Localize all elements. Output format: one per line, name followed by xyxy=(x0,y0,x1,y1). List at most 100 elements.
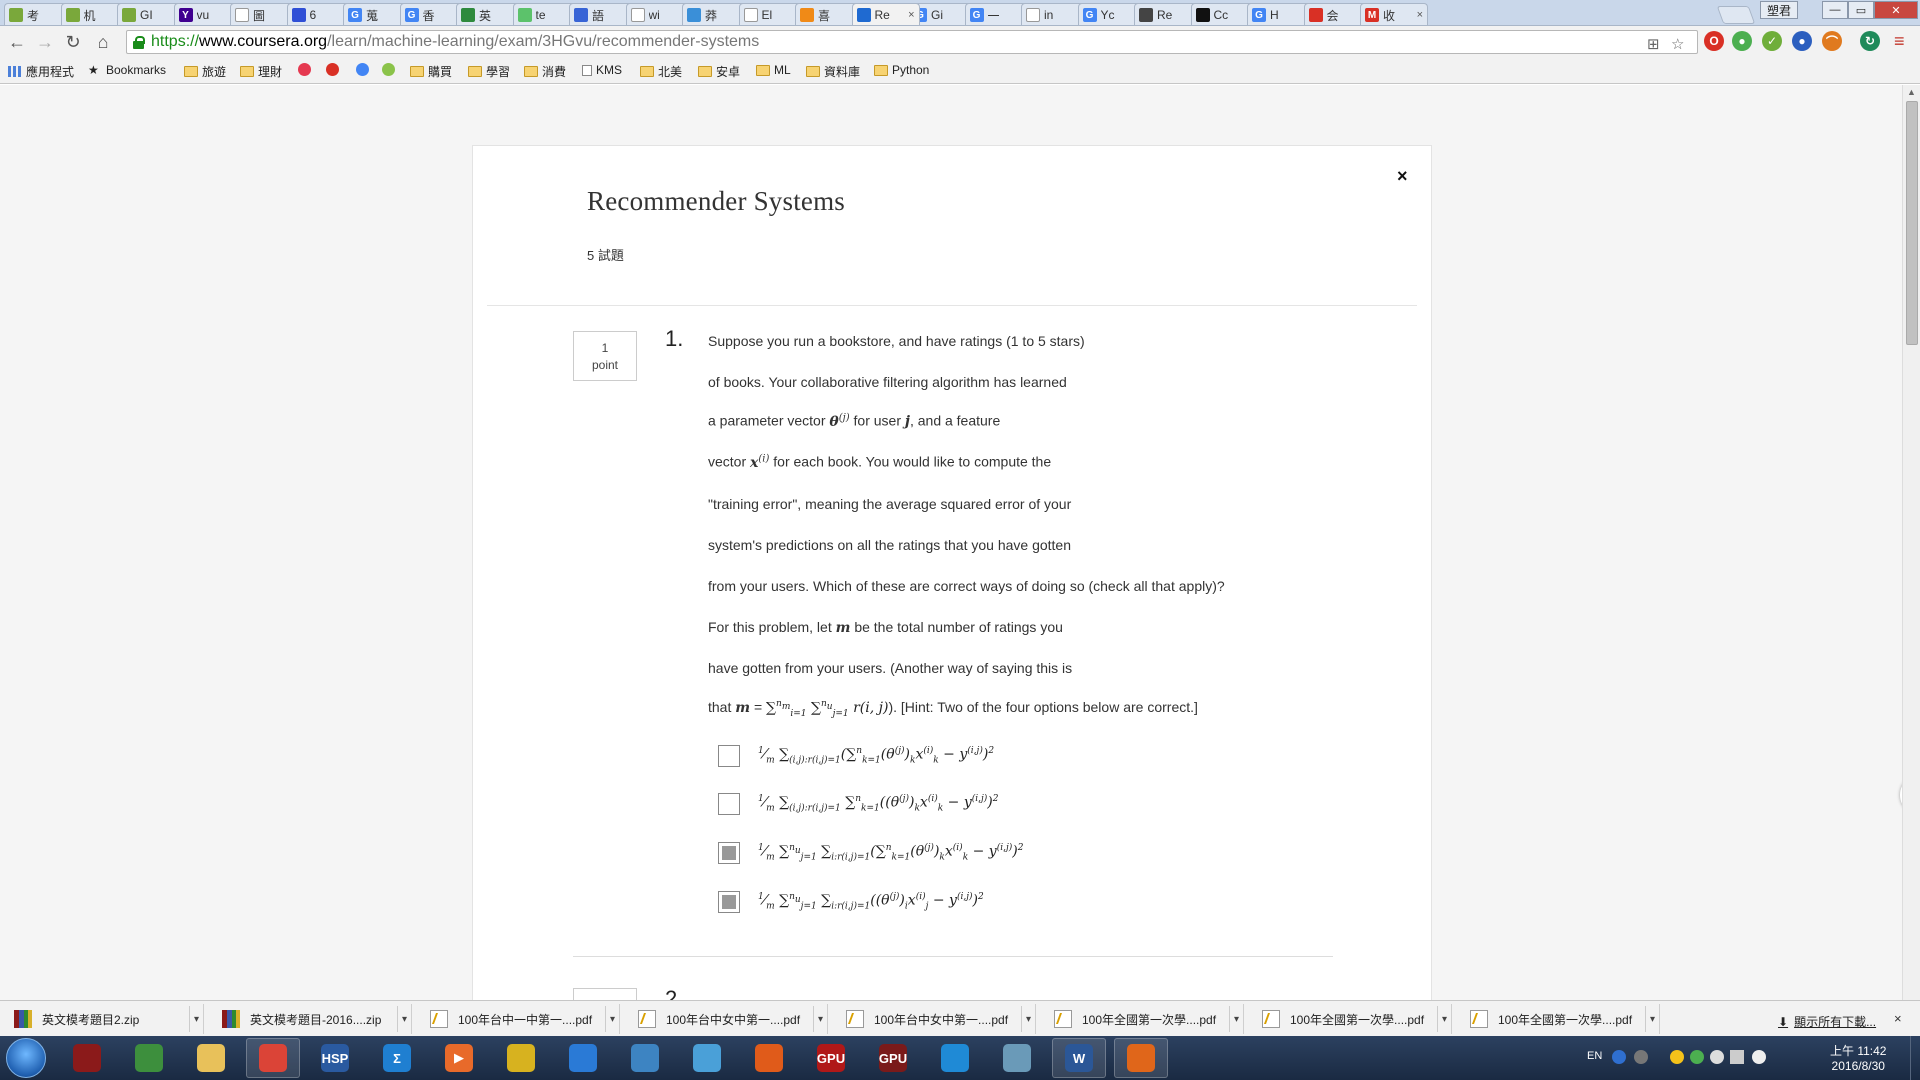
back-icon[interactable]: ← xyxy=(6,31,28,53)
download-item[interactable]: 100年台中一中第一....pdf ▾ xyxy=(420,1004,620,1034)
extension-globe-icon[interactable]: ● xyxy=(1792,31,1812,51)
start-button[interactable] xyxy=(6,1038,46,1078)
chevron-down-icon[interactable]: ▾ xyxy=(1021,1006,1035,1032)
download-item[interactable]: 英文模考題目2.zip ▾ xyxy=(4,1004,204,1034)
download-item[interactable]: 100年全國第一次學....pdf ▾ xyxy=(1252,1004,1452,1034)
tab-close-icon[interactable]: × xyxy=(908,9,914,21)
taskbar-app-skype-like[interactable] xyxy=(928,1038,982,1078)
network-signal-icon[interactable] xyxy=(1730,1050,1744,1064)
option-checkbox[interactable] xyxy=(718,842,740,864)
chevron-down-icon[interactable]: ▾ xyxy=(605,1006,619,1032)
taskbar-app-hsp-ui[interactable]: HSP xyxy=(308,1038,362,1078)
option-checkbox[interactable] xyxy=(718,793,740,815)
bookmark-item[interactable]: 理財 xyxy=(240,63,282,80)
extension-adblock-icon[interactable]: O xyxy=(1704,31,1724,51)
browser-tab[interactable]: Re × xyxy=(851,3,920,25)
taskbar-app-gpu-tweak[interactable]: GPU xyxy=(804,1038,858,1078)
bookmark-item[interactable]: Python xyxy=(874,63,929,77)
answer-option[interactable]: 1⁄m ∑nuj=1 ∑i:r(i,j)=1(∑nk=1(θ(j))kx(i)k… xyxy=(718,842,1023,864)
bookmark-item[interactable]: 北美 xyxy=(640,63,682,80)
bookmark-item[interactable]: 資料庫 xyxy=(806,63,860,80)
bookmark-star-icon[interactable]: ☆ xyxy=(1671,35,1684,53)
help-icon[interactable] xyxy=(1612,1050,1626,1064)
option-checkbox[interactable] xyxy=(718,745,740,767)
taskbar-app-chrome[interactable] xyxy=(246,1038,300,1078)
option-checkbox[interactable] xyxy=(718,891,740,913)
taskbar-app-notes[interactable] xyxy=(990,1038,1044,1078)
chrome-menu-icon[interactable]: ≡ xyxy=(1894,31,1905,52)
bookmark-item[interactable] xyxy=(382,63,399,76)
bookmark-item[interactable]: ML xyxy=(756,63,791,77)
window-close-button[interactable]: ✕ xyxy=(1874,1,1918,19)
bookmark-item[interactable]: ★ Bookmarks xyxy=(88,63,166,77)
close-icon[interactable]: × xyxy=(1397,166,1408,187)
bookmark-item[interactable]: KMS xyxy=(582,63,622,77)
favicon-icon xyxy=(800,8,814,22)
chevron-down-icon[interactable]: ▾ xyxy=(397,1006,411,1032)
bookmark-item[interactable] xyxy=(298,63,315,76)
chevron-down-icon[interactable]: ▾ xyxy=(189,1006,203,1032)
bookmark-item[interactable]: 應用程式 xyxy=(8,63,74,80)
taskbar-app-keepass[interactable] xyxy=(494,1038,548,1078)
browser-tab[interactable]: M 收 × xyxy=(1360,3,1428,25)
extension-location-icon[interactable]: ● xyxy=(1732,31,1752,51)
chevron-down-icon[interactable]: ▾ xyxy=(1645,1006,1659,1032)
taskbar-app-file-explorer[interactable] xyxy=(184,1038,238,1078)
download-item[interactable]: 100年台中女中第一....pdf ▾ xyxy=(836,1004,1036,1034)
download-item[interactable]: 100年全國第一次學....pdf ▾ xyxy=(1044,1004,1244,1034)
download-item[interactable]: 100年全國第一次學....pdf ▾ xyxy=(1460,1004,1660,1034)
bookmark-item[interactable] xyxy=(326,63,343,76)
taskbar-app-media-player[interactable]: ▶ xyxy=(432,1038,486,1078)
minimize-button[interactable]: — xyxy=(1822,1,1848,19)
taskbar-app-winrar[interactable] xyxy=(60,1038,114,1078)
translate-icon[interactable]: ⊞ xyxy=(1647,35,1660,53)
clock[interactable]: 上午 11:42 2016/8/30 xyxy=(1830,1044,1886,1074)
reload-icon[interactable]: ↻ xyxy=(62,31,84,53)
status-icon[interactable] xyxy=(1690,1050,1704,1064)
download-item[interactable]: 100年台中女中第一....pdf ▾ xyxy=(628,1004,828,1034)
close-icon[interactable]: × xyxy=(1894,1011,1902,1026)
bookmark-item[interactable]: 購買 xyxy=(410,63,452,80)
taskbar-app-matlab[interactable] xyxy=(1114,1038,1168,1078)
keyboard-icon[interactable] xyxy=(1634,1050,1648,1064)
taskbar-app-gpu-tweak-2[interactable]: GPU xyxy=(866,1038,920,1078)
forward-icon[interactable]: → xyxy=(34,31,56,53)
taskbar-app-firefox-like[interactable] xyxy=(742,1038,796,1078)
download-item[interactable]: 英文模考題目-2016....zip ▾ xyxy=(212,1004,412,1034)
home-icon[interactable]: ⌂ xyxy=(92,31,114,53)
extension-rainbow-icon[interactable]: ⌒ xyxy=(1822,31,1842,51)
profile-button[interactable]: 塑君 xyxy=(1760,1,1799,19)
taskbar-app-network-tool[interactable] xyxy=(680,1038,734,1078)
taskbar-app-media-center[interactable] xyxy=(122,1038,176,1078)
bookmark-item[interactable]: 消費 xyxy=(524,63,566,80)
extension-refresh-icon[interactable]: ↻ xyxy=(1860,31,1880,51)
chevron-down-icon[interactable]: ▾ xyxy=(813,1006,827,1032)
tab-close-icon[interactable]: × xyxy=(1417,9,1423,21)
smiley-icon[interactable] xyxy=(1670,1050,1684,1064)
scroll-up-icon[interactable]: ▲ xyxy=(1907,87,1916,97)
address-bar[interactable]: https://www.coursera.org/learn/machine-l… xyxy=(126,30,1698,54)
show-desktop-button[interactable] xyxy=(1910,1036,1920,1080)
volume-icon[interactable] xyxy=(1752,1050,1766,1064)
language-indicator[interactable]: EN xyxy=(1587,1050,1602,1062)
extension-check-icon[interactable]: ✓ xyxy=(1762,31,1782,51)
maximize-button[interactable]: ▭ xyxy=(1848,1,1874,19)
answer-option[interactable]: 1⁄m ∑nuj=1 ∑i:r(i,j)=1((θ(j))ix(i)j − y(… xyxy=(718,891,984,913)
answer-option[interactable]: 1⁄m ∑(i,j):r(i,j)=1(∑nk=1(θ(j))kx(i)k − … xyxy=(718,745,994,767)
chevron-down-icon[interactable]: ▾ xyxy=(1437,1006,1451,1032)
bookmark-item[interactable]: 旅遊 xyxy=(184,63,226,80)
taskbar-app-search-tool[interactable] xyxy=(618,1038,672,1078)
page-scrollbar[interactable]: ▲ ▼ xyxy=(1902,85,1920,1015)
taskbar-app-editor[interactable] xyxy=(556,1038,610,1078)
bookmark-item[interactable] xyxy=(356,63,373,76)
taskbar-app-sigma[interactable]: Σ xyxy=(370,1038,424,1078)
scroll-thumb[interactable] xyxy=(1906,101,1918,345)
new-tab-button[interactable] xyxy=(1716,6,1756,24)
answer-option[interactable]: 1⁄m ∑(i,j):r(i,j)=1 ∑nk=1((θ(j))kx(i)k −… xyxy=(718,793,999,815)
taskbar-app-word[interactable]: W xyxy=(1052,1038,1106,1078)
bookmark-item[interactable]: 安卓 xyxy=(698,63,740,80)
bookmark-item[interactable]: 學習 xyxy=(468,63,510,80)
flag-icon[interactable] xyxy=(1710,1050,1724,1064)
chevron-down-icon[interactable]: ▾ xyxy=(1229,1006,1243,1032)
show-all-downloads-link[interactable]: ⬇ 顯示所有下載... xyxy=(1778,1013,1876,1030)
